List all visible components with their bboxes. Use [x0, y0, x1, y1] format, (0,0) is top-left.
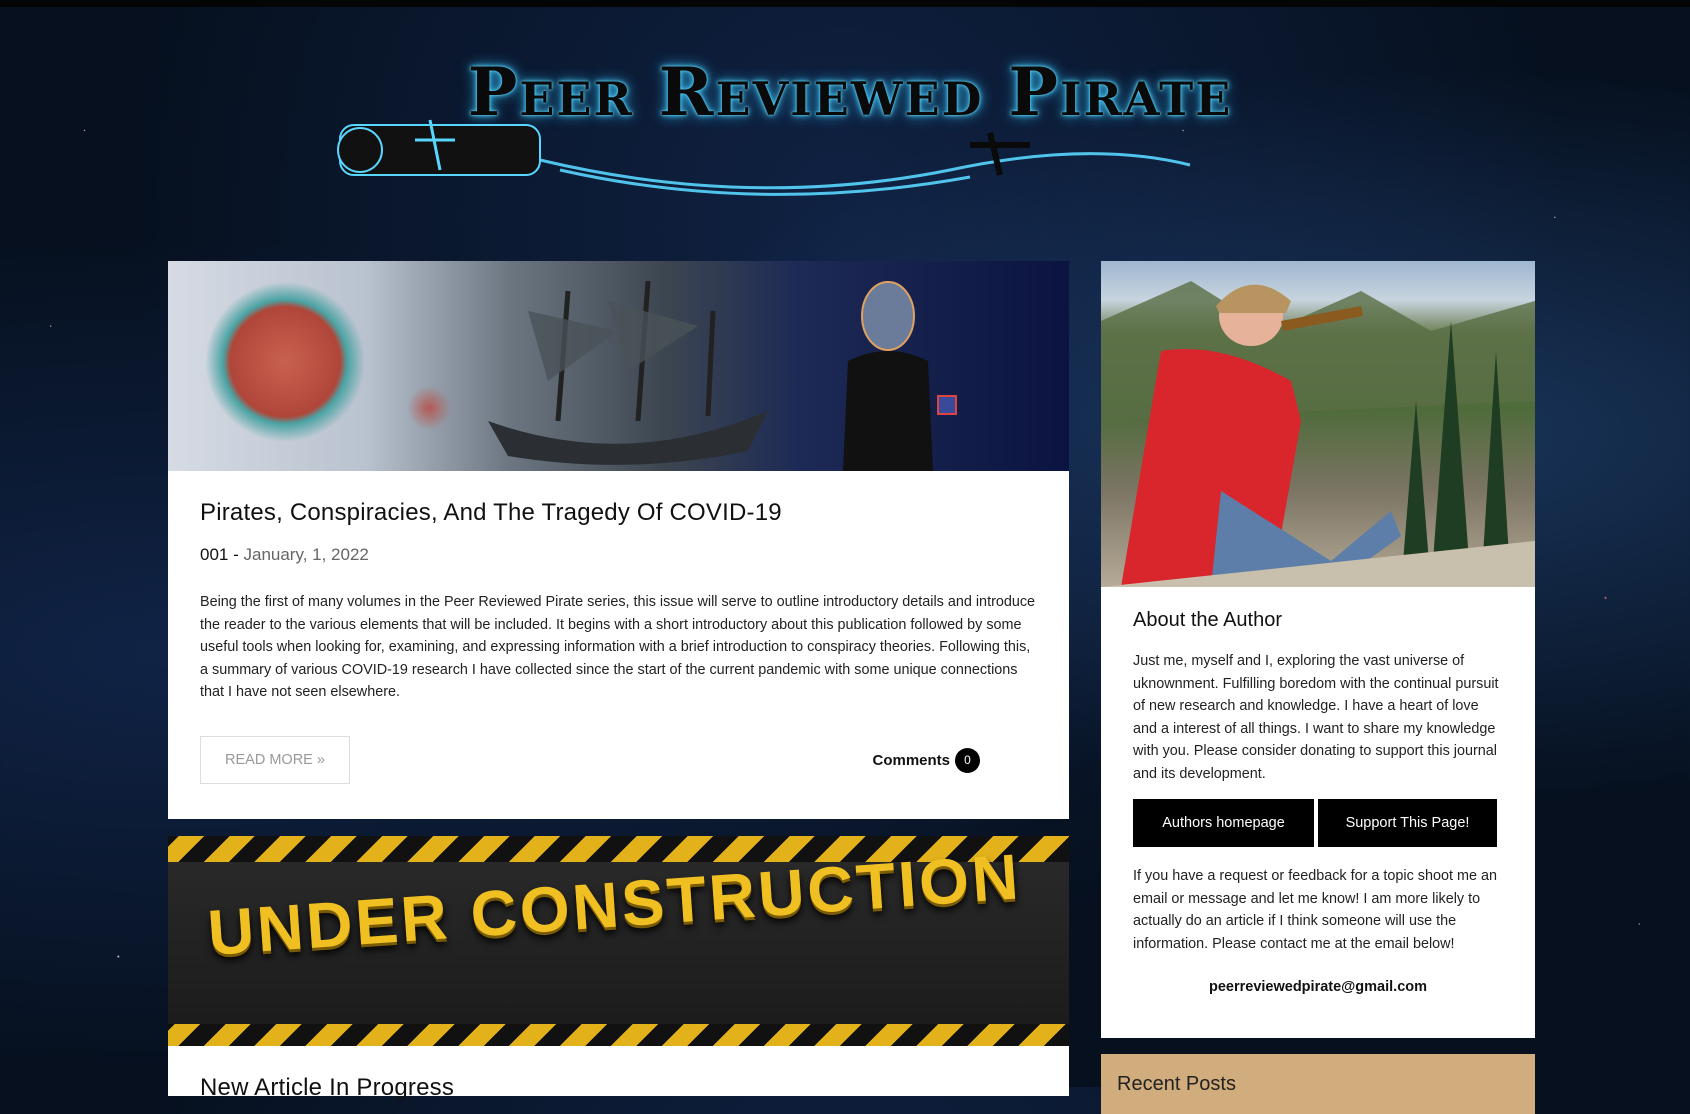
post-excerpt: Being the first of many volumes in the P… [200, 594, 1036, 700]
post-date: January, 1, 2022 [243, 545, 369, 564]
under-construction-text: UNDER CONSTRUCTION [205, 840, 1024, 969]
top-bar [0, 0, 1690, 7]
post-actions: READ MORE » Comments 0 [200, 735, 1037, 786]
site-logo[interactable]: Peer Reviewed Pirate [330, 45, 1370, 205]
comments-count-badge: 0 [955, 747, 980, 773]
post-issue: 001 - [200, 545, 239, 564]
about-text: Just me, myself and I, exploring the vas… [1133, 653, 1499, 782]
button-row: Authors homepage Support This Page! [1133, 799, 1503, 847]
post-hero-image[interactable]: UNDER CONSTRUCTION [168, 836, 1069, 1046]
post-title[interactable]: Pirates, Conspiracies, And The Tragedy O… [200, 499, 1037, 527]
recent-posts-widget: Recent Posts [1101, 1054, 1535, 1114]
recent-posts-title: Recent Posts [1117, 1073, 1236, 1095]
author-photo [1101, 261, 1535, 587]
read-more-button[interactable]: READ MORE » [200, 735, 350, 784]
author-photo-illustration [1101, 281, 1535, 587]
request-text: If you have a request or feedback for a … [1133, 868, 1497, 952]
about-author-widget: About the Author Just me, myself and I, … [1101, 261, 1535, 1038]
robot-figure-image [843, 281, 957, 471]
post-card: UNDER CONSTRUCTION New Article In Progre… [168, 836, 1069, 1101]
comments-label: Comments [872, 751, 950, 769]
support-page-button[interactable]: Support This Page! [1318, 799, 1497, 847]
comments-link[interactable]: Comments 0 [872, 747, 980, 773]
logo-swoosh-graphic [337, 119, 1191, 196]
post-title[interactable]: New Article In Progress [200, 1074, 1037, 1102]
post-hero-image[interactable] [168, 261, 1069, 471]
post-meta: 001 - January, 1, 2022 [200, 545, 1037, 565]
authors-homepage-button[interactable]: Authors homepage [1133, 799, 1314, 847]
ghost-ship-image [488, 280, 768, 465]
post-card: Pirates, Conspiracies, And The Tragedy O… [168, 261, 1069, 819]
contact-email-link[interactable]: peerreviewedpirate@gmail.com [1133, 979, 1503, 995]
about-title: About the Author [1133, 609, 1283, 631]
